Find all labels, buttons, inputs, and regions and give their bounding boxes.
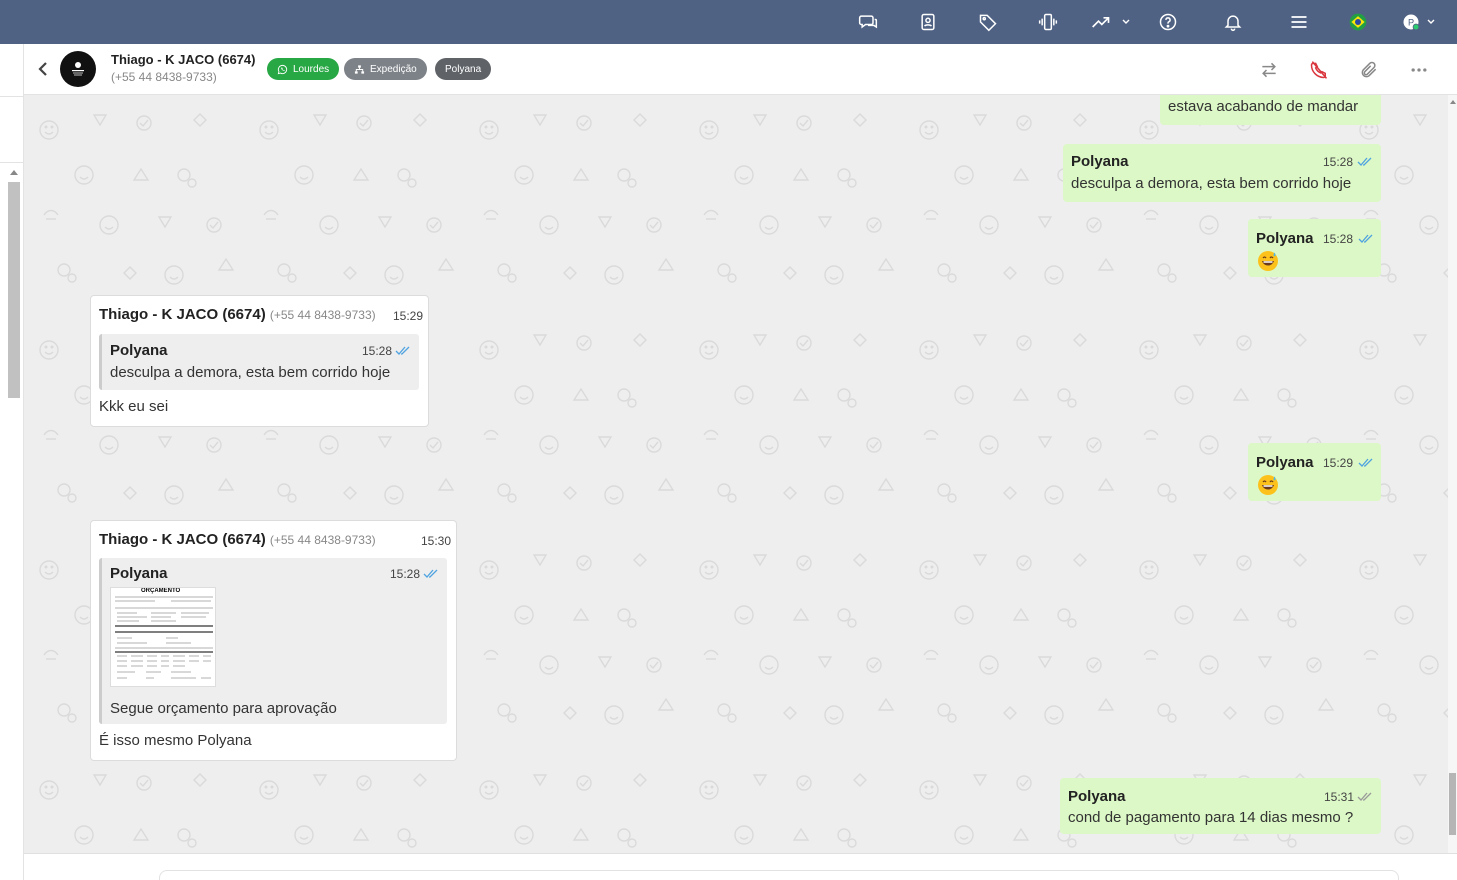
message-time: 15:28 (1323, 155, 1354, 169)
tag-icon[interactable] (972, 6, 1004, 38)
back-button[interactable] (34, 58, 52, 80)
quoted-message[interactable]: Polyana 15:28 ORÇAMENTO Segue orçamento … (99, 558, 447, 724)
contact-phone: (+55 44 8438-9733) (111, 70, 217, 84)
read-check-icon (1358, 234, 1373, 243)
quoted-image-thumbnail[interactable]: ORÇAMENTO (110, 587, 216, 687)
quoted-time: 15:28 (362, 344, 393, 358)
delivered-check-icon (1357, 792, 1372, 801)
message-time: 15:29 (393, 309, 424, 323)
read-check-icon (423, 569, 438, 578)
bell-icon[interactable] (1217, 6, 1249, 38)
scroll-up-arrow[interactable] (10, 170, 18, 175)
message-sender: Thiago - K JACO (6674) (+55 44 8438-9733… (99, 531, 376, 548)
divider (0, 96, 24, 97)
scroll-up-arrow[interactable] (1450, 100, 1456, 104)
message-text: desculpa a demora, esta bem corrido hoje (1071, 175, 1352, 192)
quoted-text: Segue orçamento para aprovação (110, 700, 337, 717)
contact-name[interactable]: Thiago - K JACO (6674) (111, 52, 255, 67)
quoted-text: desculpa a demora, esta bem corrido hoje (110, 364, 391, 381)
incoming-message[interactable]: Thiago - K JACO (6674) (+55 44 8438-9733… (90, 520, 457, 761)
outgoing-message[interactable]: Polyana 15:31 cond de pagamento para 14 … (1060, 778, 1381, 834)
tag-expedicao[interactable]: Expedição (344, 58, 427, 80)
tag-label: Lourdes (293, 63, 330, 75)
chevron-down-icon[interactable] (1121, 13, 1131, 31)
document-preview-icon (115, 596, 213, 679)
sender-name: Thiago - K JACO (6674) (99, 306, 266, 323)
attach-icon[interactable] (1356, 57, 1382, 83)
message-sender: Polyana (1256, 230, 1314, 247)
help-circle-icon[interactable] (1152, 6, 1184, 38)
read-check-icon (395, 346, 410, 355)
top-navigation-bar: P (0, 0, 1457, 44)
transfer-icon[interactable] (1256, 57, 1282, 83)
quoted-sender: Polyana (110, 565, 168, 582)
message-text: É isso mesmo Polyana (99, 732, 252, 749)
contact-avatar[interactable] (60, 51, 96, 87)
quoted-sender: Polyana (110, 342, 168, 359)
message-time: 15:31 (1324, 790, 1355, 804)
chat-scrollbar-track[interactable] (1448, 95, 1457, 853)
outgoing-message[interactable]: Polyana 15:28 (1248, 219, 1381, 277)
tag-polyana[interactable]: Polyana (435, 58, 492, 80)
incoming-message[interactable]: Thiago - K JACO (6674) (+55 44 8438-9733… (90, 295, 429, 427)
outgoing-message[interactable]: estava acabando de mandar (1160, 95, 1381, 125)
message-sender: Polyana (1071, 153, 1129, 170)
chevron-down-icon[interactable] (1426, 13, 1436, 31)
trending-up-icon[interactable] (1085, 6, 1117, 38)
quoted-message[interactable]: Polyana 15:28 desculpa a demora, esta be… (99, 334, 419, 390)
message-text: cond de pagamento para 14 dias mesmo ? (1068, 809, 1354, 826)
chat-bubbles-icon[interactable] (852, 6, 884, 38)
end-call-icon[interactable] (1306, 57, 1332, 83)
chat-header: Thiago - K JACO (6674) (+55 44 8438-9733… (24, 44, 1457, 95)
tag-lourdes[interactable]: Lourdes (267, 58, 340, 80)
outgoing-message[interactable]: Polyana 15:29 (1248, 443, 1381, 501)
contact-card-icon[interactable] (912, 6, 944, 38)
outgoing-message[interactable]: Polyana 15:28 desculpa a demora, esta be… (1063, 144, 1381, 202)
read-check-icon (1358, 458, 1373, 467)
message-time: 15:29 (1323, 456, 1354, 470)
chat-scrollbar-thumb[interactable] (1449, 773, 1456, 835)
message-time: 15:30 (421, 534, 452, 548)
message-sender: Polyana (1068, 788, 1126, 805)
chat-messages-area[interactable]: estava acabando de mandar Polyana 15:28 … (24, 95, 1448, 853)
whatsapp-icon (277, 64, 288, 74)
scrollbar-thumb[interactable] (8, 182, 20, 398)
grinning-sweat-emoji-icon (1258, 251, 1278, 271)
brazil-flag-icon[interactable] (1342, 6, 1374, 38)
message-text: Kkk eu sei (99, 398, 169, 415)
sender-name: Thiago - K JACO (6674) (99, 531, 266, 548)
message-sender: Polyana (1256, 454, 1314, 471)
vibrate-phone-icon[interactable] (1032, 6, 1064, 38)
message-input[interactable] (159, 870, 1399, 880)
menu-icon[interactable] (1283, 6, 1315, 38)
user-avatar-icon[interactable]: P (1395, 6, 1427, 38)
tag-label: Expedição (370, 63, 417, 75)
read-check-icon (1357, 157, 1372, 166)
grinning-sweat-emoji-icon (1258, 475, 1278, 495)
divider (0, 162, 24, 163)
sender-phone: (+55 44 8438-9733) (269, 533, 376, 547)
sender-phone: (+55 44 8438-9733) (269, 308, 376, 322)
tag-label: Polyana (445, 63, 482, 75)
message-sender: Thiago - K JACO (6674) (+55 44 8438-9733… (99, 306, 376, 323)
company-logo-icon (72, 62, 84, 76)
quoted-time: 15:28 (390, 567, 421, 581)
message-composer (24, 853, 1457, 880)
image-document-title: ORÇAMENTO (141, 588, 181, 594)
more-icon[interactable] (1406, 57, 1432, 83)
sitemap-icon (354, 64, 365, 74)
message-text: estava acabando de mandar (1168, 98, 1359, 115)
chevron-left-icon (38, 62, 47, 76)
message-time: 15:28 (1323, 232, 1354, 246)
